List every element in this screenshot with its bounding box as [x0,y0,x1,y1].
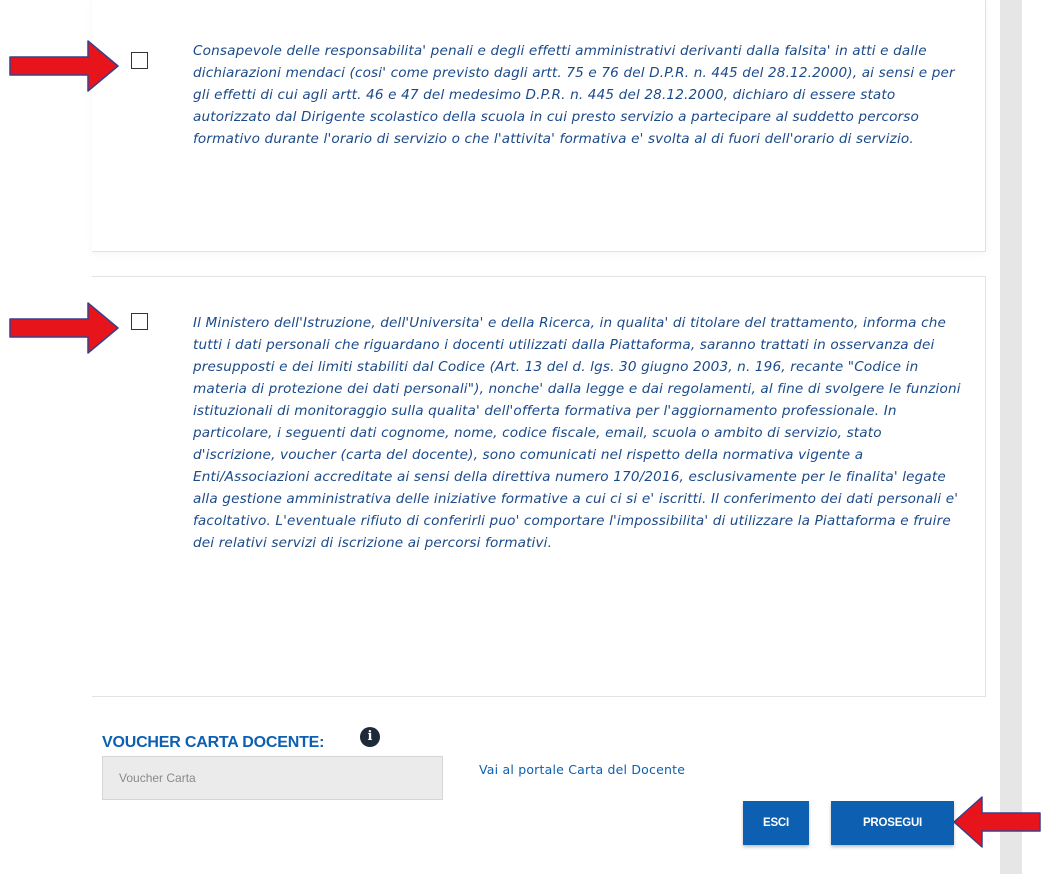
voucher-label: VOUCHER CARTA DOCENTE: [102,734,325,751]
info-icon[interactable]: i [360,727,380,747]
voucher-input[interactable] [102,756,443,800]
declaration-2-text: Il Ministero dell'Istruzione, dell'Unive… [193,315,961,551]
exit-button[interactable]: ESCI [743,801,809,845]
scrollbar-track[interactable] [1000,0,1022,874]
red-arrow-icon [9,40,119,92]
declaration-1-text: Consapevole delle responsabilita' penali… [193,43,955,147]
red-arrow-icon [953,796,1041,848]
carta-docente-portal-link[interactable]: Vai al portale Carta del Docente [479,762,685,777]
declaration-1-checkbox[interactable] [131,52,148,69]
continue-button[interactable]: PROSEGUI [831,801,954,845]
red-arrow-icon [9,302,119,354]
declaration-2-checkbox[interactable] [131,313,148,330]
